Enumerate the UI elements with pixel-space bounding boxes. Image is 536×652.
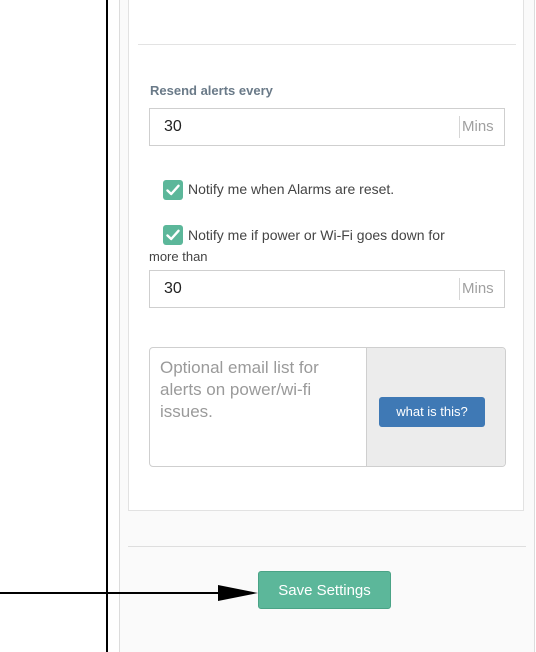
resend-interval-group: Mins xyxy=(149,108,505,146)
email-help-addon: what is this? xyxy=(366,348,505,466)
save-settings-button[interactable]: Save Settings xyxy=(258,571,391,609)
resend-interval-unit: Mins xyxy=(462,118,494,135)
section-divider xyxy=(138,44,516,45)
notify-power-checkbox[interactable] xyxy=(163,225,183,245)
resend-interval-input[interactable] xyxy=(150,109,458,145)
power-down-interval-input[interactable] xyxy=(150,271,458,307)
power-down-interval-group: Mins xyxy=(149,270,505,308)
email-list-textarea[interactable] xyxy=(150,348,366,466)
email-list-group: what is this? xyxy=(149,347,506,467)
unit-separator xyxy=(459,116,460,138)
notify-power-label-line1: Notify me if power or Wi-Fi goes down fo… xyxy=(188,227,445,243)
notify-power-label-line2: more than xyxy=(149,249,208,264)
callout-frame-left xyxy=(106,0,108,652)
unit-separator xyxy=(459,278,460,300)
resend-alerts-label: Resend alerts every xyxy=(150,83,273,98)
notify-reset-checkbox[interactable] xyxy=(163,180,183,200)
what-is-this-button[interactable]: what is this? xyxy=(379,397,485,427)
footer-divider xyxy=(128,546,526,547)
notify-reset-label: Notify me when Alarms are reset. xyxy=(188,181,395,197)
callout-arrow-icon xyxy=(0,585,258,601)
power-down-interval-unit: Mins xyxy=(462,280,494,297)
checkmark-icon xyxy=(166,229,180,241)
checkmark-icon xyxy=(166,184,180,196)
